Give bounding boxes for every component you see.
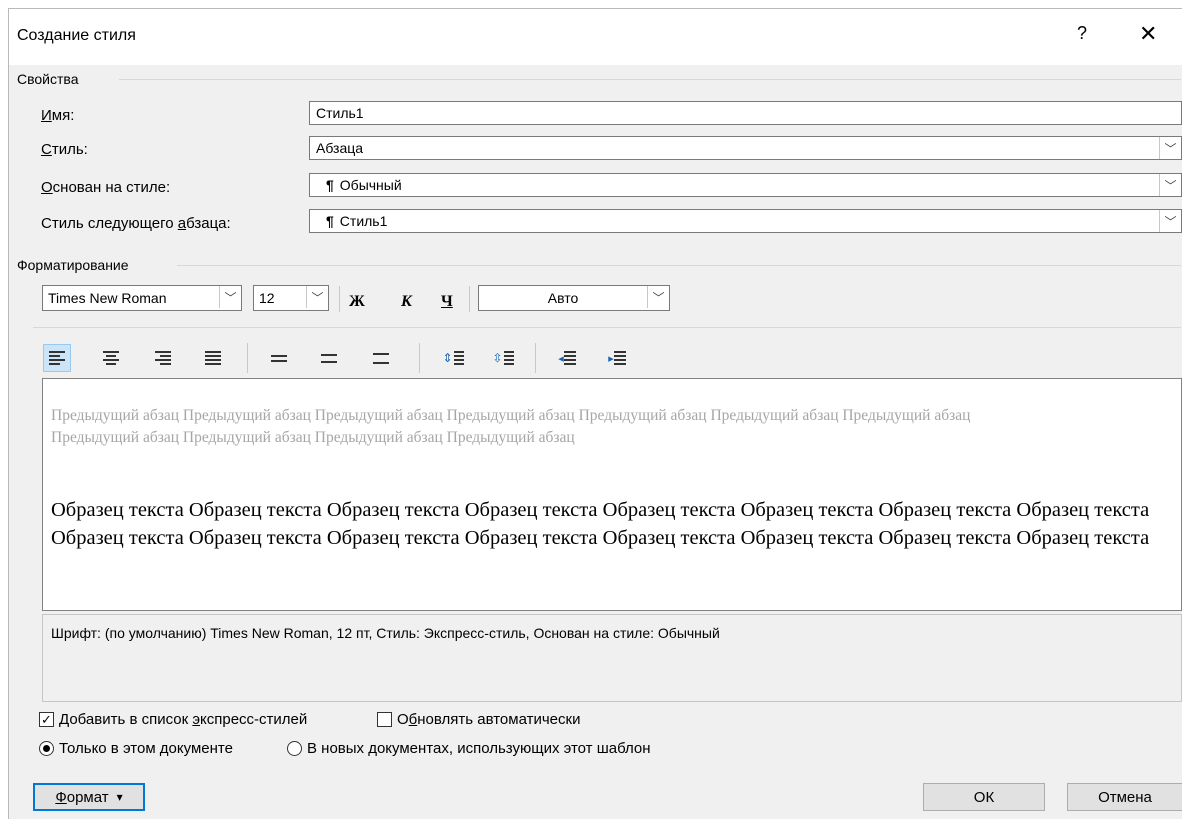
space-after-button[interactable]: ⇳	[489, 344, 517, 372]
paragraph-mark-icon: ¶	[326, 213, 334, 229]
add-to-quick-styles-label: Добавить в список экспресс-стилей	[59, 711, 308, 728]
lines-icon	[453, 351, 464, 365]
lines-icon	[613, 351, 626, 365]
next-style-label: Стиль следующего абзаца:	[41, 215, 231, 232]
chevron-down-icon[interactable]: ﹀	[1159, 137, 1181, 159]
toolbar-separator	[469, 286, 470, 312]
font-name-value: Times New Roman	[48, 290, 167, 306]
new-documents-radio[interactable]: В новых документах, использующих этот ша…	[287, 740, 651, 757]
properties-divider	[119, 79, 1181, 80]
align-center-icon	[103, 351, 119, 365]
decrease-indent-button[interactable]: ◂	[553, 344, 581, 372]
align-left-button[interactable]	[43, 344, 71, 372]
bold-button[interactable]: Ж	[349, 293, 365, 311]
checkbox-checked-icon: ✓	[39, 712, 54, 727]
justify-button[interactable]	[199, 344, 227, 372]
formatting-divider	[177, 265, 1181, 266]
single-spacing-button[interactable]	[265, 344, 293, 372]
new-documents-label: В новых документах, использующих этот ша…	[307, 740, 651, 757]
style-preview: Предыдущий абзац Предыдущий абзац Предыд…	[42, 378, 1182, 611]
arrows-icon: ⇳	[492, 351, 503, 365]
lines-icon	[563, 351, 576, 365]
dialog-title: Создание стиля	[17, 27, 136, 44]
underline-button[interactable]: Ч	[441, 293, 453, 311]
based-on-select[interactable]: ¶ Обычный ﹀	[309, 173, 1182, 197]
chevron-down-icon[interactable]: ﹀	[306, 286, 328, 308]
paragraph-mark-icon: ¶	[326, 177, 334, 193]
one-half-spacing-icon	[321, 353, 337, 363]
double-spacing-icon	[373, 352, 389, 364]
toolbar-separator	[339, 286, 340, 312]
only-this-document-label: Только в этом документе	[59, 740, 233, 757]
radio-unselected-icon	[287, 741, 302, 756]
name-label: Имя:	[41, 107, 75, 124]
cancel-button[interactable]: Отмена	[1067, 783, 1182, 811]
space-before-button[interactable]: ⇕	[439, 344, 467, 372]
chevron-down-icon[interactable]: ﹀	[1159, 174, 1181, 196]
toolbar-separator	[419, 343, 420, 373]
only-this-document-radio[interactable]: Только в этом документе	[39, 740, 233, 757]
font-name-select[interactable]: Times New Roman ﹀	[42, 285, 242, 311]
title-bar: Создание стиля ? ✕	[9, 9, 1182, 65]
chevron-down-icon[interactable]: ﹀	[1159, 210, 1181, 232]
ok-button[interactable]: ОК	[923, 783, 1045, 811]
style-type-select[interactable]: Абзаца ﹀	[309, 136, 1182, 160]
sample-text: Образец текста Образец текста Образец те…	[51, 499, 1150, 549]
font-color-value: Авто	[547, 290, 579, 306]
font-color-select[interactable]: Авто ﹀	[478, 285, 670, 311]
formatting-group-title: Форматирование	[17, 257, 129, 273]
based-on-label: Основан на стиле:	[41, 179, 171, 196]
previous-paragraph-text: Предыдущий абзац Предыдущий абзац Предыд…	[51, 407, 971, 446]
increase-indent-button[interactable]: ▸	[603, 344, 631, 372]
format-button[interactable]: Формат ▾	[33, 783, 145, 811]
style-description: Шрифт: (по умолчанию) Times New Roman, 1…	[42, 614, 1182, 702]
style-type-value: Абзаца	[316, 140, 364, 156]
lines-icon	[503, 351, 514, 365]
align-center-button[interactable]	[97, 344, 125, 372]
justify-icon	[205, 351, 221, 365]
next-style-select[interactable]: ¶ Стиль1 ﹀	[309, 209, 1182, 233]
font-size-value: 12	[259, 290, 275, 306]
align-right-button[interactable]	[149, 344, 177, 372]
chevron-down-icon[interactable]: ﹀	[219, 286, 241, 308]
checkbox-unchecked-icon	[377, 712, 392, 727]
single-spacing-icon	[271, 354, 287, 362]
double-spacing-button[interactable]	[367, 344, 395, 372]
help-button[interactable]: ?	[1077, 23, 1087, 44]
align-right-icon	[155, 351, 171, 365]
next-style-value: Стиль1	[339, 213, 388, 229]
based-on-value: Обычный	[339, 177, 402, 193]
radio-selected-icon	[39, 741, 54, 756]
chevron-down-icon[interactable]: ﹀	[647, 286, 669, 308]
name-input[interactable]: Стиль1	[309, 101, 1182, 125]
style-type-label: Стиль:	[41, 141, 88, 158]
dropdown-arrow-icon: ▾	[116, 790, 123, 804]
font-size-select[interactable]: 12 ﹀	[253, 285, 329, 311]
auto-update-label: Обновлять автоматически	[397, 711, 581, 728]
arrows-icon: ⇕	[442, 351, 453, 365]
properties-group-title: Свойства	[17, 71, 79, 87]
toolbar-divider	[33, 327, 1181, 328]
auto-update-checkbox[interactable]: Обновлять автоматически	[377, 711, 580, 728]
close-button[interactable]: ✕	[1139, 21, 1157, 47]
one-half-spacing-button[interactable]	[315, 344, 343, 372]
toolbar-separator	[535, 343, 536, 373]
toolbar-separator	[247, 343, 248, 373]
align-left-icon	[49, 351, 65, 365]
create-style-dialog: Создание стиля ? ✕ Свойства Имя: Стиль1 …	[8, 8, 1182, 819]
italic-button[interactable]: К	[401, 293, 412, 311]
add-to-quick-styles-checkbox[interactable]: ✓ Добавить в список экспресс-стилей	[39, 711, 307, 728]
